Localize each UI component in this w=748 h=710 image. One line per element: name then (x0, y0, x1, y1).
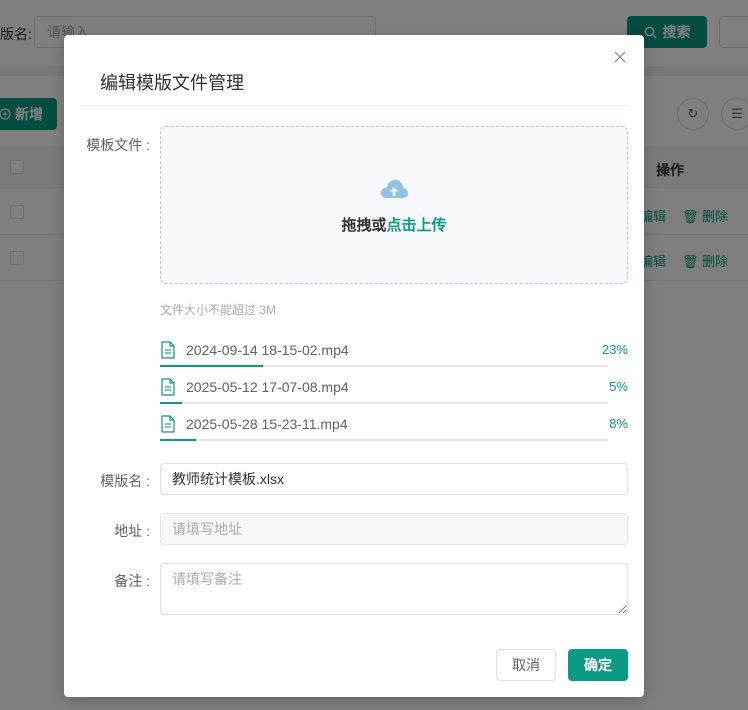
file-progress-percent: 8% (609, 416, 628, 431)
click-upload-link[interactable]: 点击上传 (387, 217, 447, 234)
file-progress-track (160, 402, 608, 404)
upload-dropzone[interactable]: 拖拽或点击上传 (160, 126, 628, 284)
document-icon (161, 378, 175, 396)
remark-textarea[interactable] (160, 563, 628, 615)
file-list-item[interactable]: 2025-05-28 15-23-11.mp4 8% (160, 415, 628, 445)
confirm-button[interactable]: 确定 (568, 649, 628, 681)
remark-label: 备注 : (114, 573, 150, 589)
file-name: 2024-09-14 18-15-02.mp4 (186, 342, 349, 358)
file-name: 2025-05-12 17-07-08.mp4 (186, 379, 349, 395)
document-icon (161, 415, 175, 433)
address-input[interactable] (160, 513, 628, 545)
upload-text: 拖拽或点击上传 (341, 216, 447, 234)
edit-template-dialog: 编辑模版文件管理 模板文件 : 拖拽或点击上传 文件大小不能超过 3M 2024… (64, 35, 644, 697)
file-list-item[interactable]: 2025-05-12 17-07-08.mp4 5% (160, 378, 628, 408)
template-name-input[interactable] (160, 463, 628, 495)
file-list-item[interactable]: 2024-09-14 18-15-02.mp4 23% (160, 341, 628, 371)
file-progress-track (160, 365, 608, 367)
cancel-button[interactable]: 取消 (496, 649, 556, 681)
template-name-label: 模版名 : (100, 473, 150, 489)
address-label: 地址 : (114, 523, 150, 539)
title-divider (80, 105, 628, 106)
template-file-label: 模板文件 : (86, 137, 150, 153)
document-icon (161, 341, 175, 359)
file-progress-percent: 5% (609, 379, 628, 394)
file-progress-percent: 23% (601, 342, 628, 357)
file-progress-track (160, 439, 608, 441)
dialog-title: 编辑模版文件管理 (100, 73, 244, 93)
file-progress-fill (160, 402, 183, 404)
file-progress-fill (160, 439, 196, 441)
cloud-upload-icon (380, 179, 408, 198)
close-icon[interactable] (612, 49, 628, 65)
upload-size-tip: 文件大小不能超过 3M (160, 303, 277, 317)
file-name: 2025-05-28 15-23-11.mp4 (186, 416, 348, 432)
file-progress-fill (160, 365, 264, 367)
